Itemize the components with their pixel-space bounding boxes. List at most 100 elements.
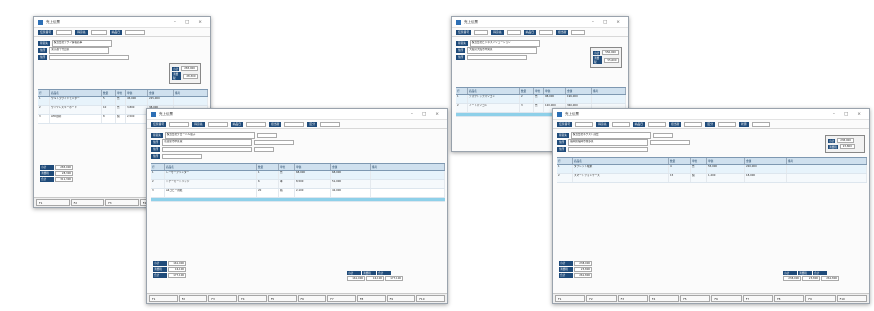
customer-value[interactable]: 株式会社ビジネスソリューション	[469, 40, 540, 47]
address-value[interactable]: 福岡県福岡市博多区	[568, 139, 649, 146]
fkey-button[interactable]: F5	[267, 295, 297, 302]
row-name: A4コピー用紙	[165, 189, 257, 197]
fkey-button[interactable]: F9	[805, 295, 836, 302]
close-icon[interactable]: ×	[857, 112, 861, 117]
fkey-button[interactable]: F1	[36, 199, 70, 206]
address-field[interactable]	[568, 147, 649, 152]
header-field[interactable]	[320, 121, 341, 127]
fkey-button[interactable]: F3	[208, 295, 238, 302]
fkey-button[interactable]: F3	[617, 295, 648, 302]
header-field[interactable]	[506, 29, 521, 35]
row-name: ウルトラワイドモニター	[50, 97, 102, 105]
header-field[interactable]	[648, 121, 667, 127]
table-row[interactable]: 1 デスクトップパソコン 2 台 98,000 196,000	[456, 95, 626, 104]
extra-field[interactable]	[254, 140, 295, 145]
fkey-button[interactable]: F1	[149, 295, 178, 302]
address-value[interactable]: 東京都千代田区	[49, 47, 110, 54]
window-invoice-3[interactable]: 売上伝票 – □ × 伝票番号 得意先 納品日 担当者 区分 得意先 株式会社グローバ…	[146, 108, 448, 304]
header-field[interactable]	[571, 29, 586, 35]
fkey-button[interactable]: F7	[327, 295, 356, 302]
fkey-button[interactable]: F3	[105, 199, 139, 206]
header-field[interactable]	[718, 121, 737, 127]
total-value: 261,800	[821, 276, 839, 281]
col-header: 行	[38, 90, 50, 96]
fkey-button[interactable]: F5	[680, 295, 711, 302]
code-field[interactable]	[256, 133, 277, 138]
close-icon[interactable]: ×	[198, 20, 202, 25]
fkey-button[interactable]: F8	[774, 295, 805, 302]
table-row[interactable]: 1 タブレット端末 4 台 55,000 220,000	[557, 165, 867, 174]
header-label: 区分	[705, 121, 716, 127]
fkey-button[interactable]: F2	[178, 295, 208, 302]
table-row-current[interactable]	[151, 198, 445, 202]
close-icon[interactable]: ×	[435, 112, 439, 117]
address-value[interactable]: 名古屋市中区栄	[162, 139, 253, 146]
row-price: 1,200	[707, 174, 745, 182]
customer-value[interactable]: 株式会社ネクスト商会	[570, 132, 651, 139]
address-value[interactable]: 大阪府大阪市中央区	[467, 47, 538, 54]
table-row[interactable]: 1 レーザープリンター 1 台 68,000 68,000	[151, 171, 445, 180]
header-field[interactable]	[207, 121, 228, 127]
minimize-icon[interactable]: –	[174, 20, 176, 25]
header-field[interactable]	[751, 121, 770, 127]
header-field[interactable]	[169, 121, 190, 127]
fkey-button[interactable]: F4	[238, 295, 267, 302]
minimize-icon[interactable]: –	[833, 112, 835, 117]
fkey-button[interactable]: F6	[297, 295, 327, 302]
fkey-button[interactable]: F2	[586, 295, 617, 302]
window-invoice-4[interactable]: 売上伝票 – □ × 伝票番号 得意先 納品日 担当者 区分 状態 得意先 株式会社ネ…	[552, 108, 870, 304]
address-label: 住所	[151, 140, 161, 145]
maximize-icon[interactable]: □	[185, 20, 189, 25]
header-field[interactable]	[684, 121, 703, 127]
header-field[interactable]	[125, 29, 146, 35]
row-no: 1	[151, 171, 165, 179]
header-field[interactable]	[56, 29, 73, 35]
customer-value[interactable]: 株式会社テクノ情報商事	[51, 40, 112, 47]
fkey-button[interactable]: F2	[70, 199, 105, 206]
table-row[interactable]: 1 ウルトラワイドモニター 5 台 45,000 225,000	[38, 97, 208, 106]
extra-field[interactable]	[254, 147, 275, 152]
minimize-icon[interactable]: –	[411, 112, 413, 117]
header-field[interactable]	[284, 121, 305, 127]
minimize-icon[interactable]: –	[592, 20, 594, 25]
table-row[interactable]: 2 トナーカートリッジ 6 本 8,500 51,000	[151, 180, 445, 189]
table-row[interactable]: 2 スマートフォンケース 15 個 1,200 18,000	[557, 174, 867, 183]
maximize-icon[interactable]: □	[844, 112, 848, 117]
header-field[interactable]	[246, 121, 267, 127]
row-note	[787, 165, 867, 173]
table-row[interactable]: 3 A4コピー用紙 20 箱 2,100 42,000	[151, 189, 445, 198]
total-value: 177,100	[168, 273, 186, 278]
address-field[interactable]	[467, 55, 528, 60]
row-name: スマートフォンケース	[573, 174, 669, 182]
fkey-button[interactable]: F4	[648, 295, 680, 302]
fkey-button[interactable]: F8	[356, 295, 386, 302]
address-label: 住所	[557, 140, 567, 145]
fkey-button[interactable]: F6	[711, 295, 742, 302]
header-field[interactable]	[575, 121, 594, 127]
close-icon[interactable]: ×	[616, 20, 620, 25]
code-field[interactable]	[652, 133, 673, 138]
app-icon	[151, 111, 156, 117]
maximize-icon[interactable]: □	[603, 20, 607, 25]
header-field[interactable]	[539, 29, 554, 35]
customer-form: 得意先 株式会社テクノ情報商事 住所 東京都千代田区 住所	[34, 37, 210, 64]
subtotal-label: 小計	[153, 261, 167, 266]
address-field[interactable]	[162, 154, 203, 159]
address-field[interactable]	[49, 55, 130, 60]
address-field[interactable]	[162, 147, 253, 152]
header-label: 納品日	[109, 29, 123, 35]
fkey-button[interactable]: F10	[416, 295, 446, 302]
extra-field[interactable]	[650, 140, 691, 145]
summary-box: 小計 238,000 消費税 23,800	[825, 135, 865, 153]
header-field[interactable]	[90, 29, 107, 35]
header-field[interactable]	[474, 29, 489, 35]
maximize-icon[interactable]: □	[422, 112, 426, 117]
fkey-button[interactable]: F10	[836, 295, 867, 302]
fkey-button[interactable]: F1	[555, 295, 586, 302]
customer-value[interactable]: 株式会社グローバル電子	[164, 132, 255, 139]
customer-label: 得意先	[557, 133, 569, 138]
header-field[interactable]	[611, 121, 630, 127]
app-icon	[456, 19, 461, 25]
fkey-button[interactable]: F9	[386, 295, 416, 302]
fkey-button[interactable]: F7	[742, 295, 774, 302]
